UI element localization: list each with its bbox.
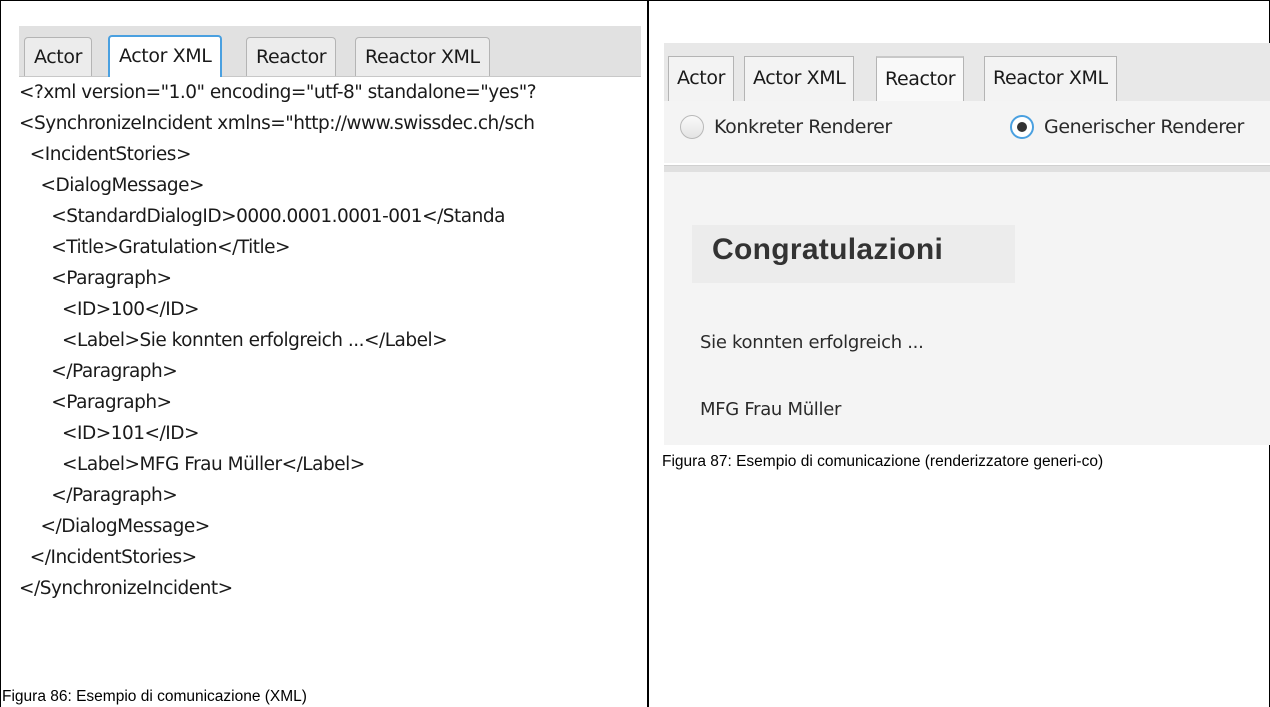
left-tab-bar: Actor Actor XML Reactor Reactor XML xyxy=(19,26,641,77)
radio-checked-icon xyxy=(1010,115,1034,139)
xml-line: <IncidentStories> xyxy=(19,144,192,165)
tab-reactor[interactable]: Reactor xyxy=(876,56,965,101)
figure-caption-87: Figura 87: Esempio di comunicazione (ren… xyxy=(662,453,1262,471)
renderer-options: Konkreter Renderer Generischer Renderer xyxy=(664,101,1270,163)
radio-label: Generischer Renderer xyxy=(1044,116,1244,138)
xml-line: <Paragraph> xyxy=(19,268,172,289)
xml-line: </DialogMessage> xyxy=(19,516,211,537)
xml-line: <Label>MFG Frau Müller</Label> xyxy=(19,454,365,475)
xml-line: <Label>Sie konnten erfolgreich ...</Labe… xyxy=(19,330,448,351)
xml-line: <?xml version="1.0" encoding="utf-8" sta… xyxy=(19,82,537,103)
caption-text: Figura 87: Esempio di comunicazione (ren… xyxy=(662,453,1104,470)
radio-label: Konkreter Renderer xyxy=(714,116,892,138)
radio-konkreter-renderer[interactable]: Konkreter Renderer xyxy=(680,115,892,139)
figure-caption-86: Figura 86: Esempio di comunicazione (XML… xyxy=(2,688,307,705)
xml-line: <ID>100</ID> xyxy=(19,299,199,320)
tab-reactor-xml[interactable]: Reactor XML xyxy=(355,37,490,76)
xml-line: </Paragraph> xyxy=(19,361,178,382)
right-tab-bar: Actor Actor XML Reactor Reactor XML xyxy=(664,43,1270,102)
xml-line: <ID>101</ID> xyxy=(19,423,199,444)
xml-text-area[interactable]: <?xml version="1.0" encoding="utf-8" sta… xyxy=(19,78,641,676)
tab-actor[interactable]: Actor xyxy=(24,37,92,76)
tab-actor-xml[interactable]: Actor XML xyxy=(744,56,855,101)
rendered-content: Congratulazioni Sie konnten erfolgreich … xyxy=(664,172,1270,445)
xml-line: </SynchronizeIncident> xyxy=(19,578,233,599)
xml-line: </Paragraph> xyxy=(19,485,178,506)
title-box: Congratulazioni xyxy=(692,225,1015,283)
xml-line: <SynchronizeIncident xmlns="http://www.s… xyxy=(19,113,535,134)
tab-reactor-xml[interactable]: Reactor XML xyxy=(984,56,1117,101)
renderer-screenshot: Actor Actor XML Reactor Reactor XML Konk… xyxy=(664,43,1270,445)
tab-actor[interactable]: Actor xyxy=(668,56,734,101)
radio-unchecked-icon xyxy=(680,115,704,139)
paragraph: MFG Frau Müller xyxy=(700,399,842,420)
xml-line: <Title>Gratulation</Title> xyxy=(19,237,290,258)
xml-line: <StandardDialogID>0000.0001.0001-001</St… xyxy=(19,206,505,227)
xml-line: <Paragraph> xyxy=(19,392,172,413)
xml-line: <DialogMessage> xyxy=(19,175,205,196)
radio-generischer-renderer[interactable]: Generischer Renderer xyxy=(1010,115,1244,139)
tab-reactor[interactable]: Reactor xyxy=(246,37,337,76)
xml-screenshot: Actor Actor XML Reactor Reactor XML <?xm… xyxy=(19,26,641,676)
xml-line: </IncidentStories> xyxy=(19,547,197,568)
paragraph: Sie konnten erfolgreich ... xyxy=(700,332,924,353)
dialog-title: Congratulazioni xyxy=(712,233,944,266)
column-divider xyxy=(647,0,649,707)
tab-actor-xml[interactable]: Actor XML xyxy=(108,35,223,77)
